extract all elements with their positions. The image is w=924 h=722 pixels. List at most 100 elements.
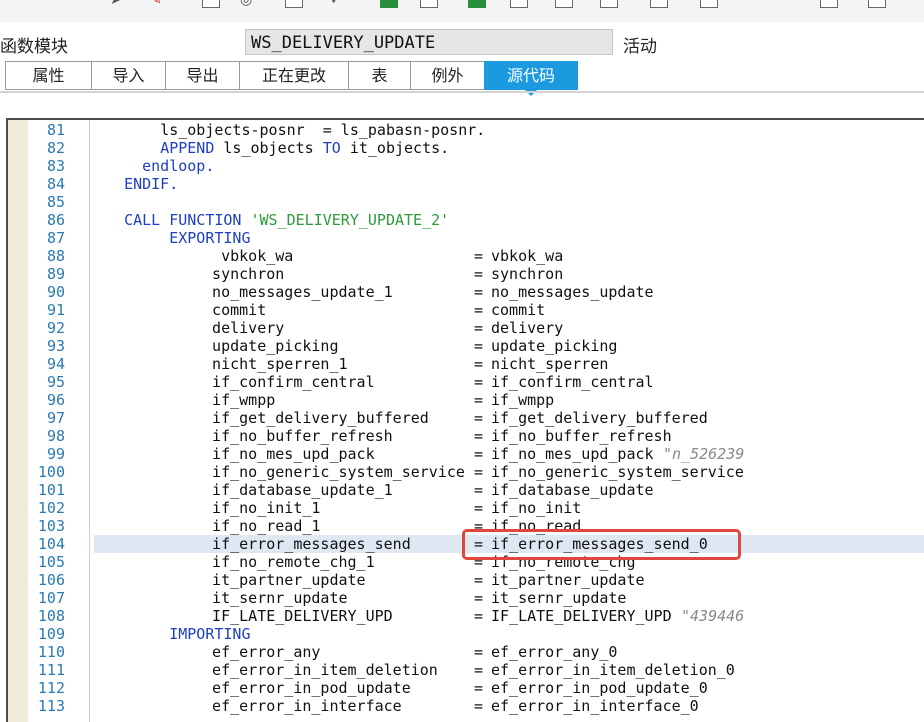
code-line[interactable]: 99 if_no_mes_upd_pack = if_no_mes_upd_pack… [8,445,924,463]
toolbar-icon[interactable] [700,0,718,8]
code-text: ls_objects-posnr = ls_pabasn-posnr. [106,121,485,139]
code-line[interactable]: 98 if_no_buffer_refresh = if_no_buffer_ref… [8,427,924,445]
code-line[interactable]: 90 no_messages_update_1 = no_messages_upda… [8,283,924,301]
line-number: 113 [37,697,65,715]
line-number: 98 [46,427,65,445]
code-editor[interactable]: 81 ls_objects-posnr = ls_pabasn-posnr. 82… [6,118,924,722]
tab-source-code[interactable]: 源代码 [484,61,578,96]
line-number: 85 [46,193,65,211]
parameter-value: vbkok_wa [491,247,564,265]
tab-tables[interactable]: 表 [348,61,410,90]
code-line[interactable]: 83 endloop. [8,157,924,175]
code-line[interactable]: 111 ef_error_in_item_deletion = ef_error_i… [8,661,924,679]
toolbar-icon[interactable] [202,0,220,8]
parameter-name: update_picking [194,337,339,355]
module-status: 活动 [623,37,657,57]
toolbar-icon[interactable] [600,0,618,8]
parameter-name: IF_LATE_DELIVERY_UPD [194,607,393,625]
toolbar-icon[interactable] [420,0,438,8]
assignment-operator: = [474,337,484,355]
code-line[interactable]: 112 ef_error_in_pod_update = ef_error_in_p… [8,679,924,697]
code-line[interactable]: 97 if_get_delivery_buffered = if_get_deliv… [8,409,924,427]
assignment-operator: = [474,265,484,283]
code-line[interactable]: 110 ef_error_any = ef_error_any_0 [8,643,924,661]
toolbar-icon[interactable] [510,0,528,8]
assignment-operator: = [474,355,484,373]
toolbar-icon[interactable] [868,0,886,8]
code-line[interactable]: 109 IMPORTING [8,625,924,643]
parameter-name: if_no_read_1 [194,517,321,535]
assignment-operator: = [474,499,484,517]
parameter-name: ef_error_any [194,643,321,661]
tab-exceptions[interactable]: 例外 [410,61,484,90]
tab-export[interactable]: 导出 [165,61,239,90]
assignment-operator: = [474,661,484,679]
code-line[interactable]: 107 it_sernr_update = it_sernr_update [8,589,924,607]
line-number: 99 [46,445,65,463]
parameter-value: ef_error_in_interface_0 [491,697,699,715]
assignment-operator: = [474,427,484,445]
parameter-name: it_sernr_update [194,589,348,607]
toolbar-icon[interactable] [820,0,838,8]
code-line[interactable]: 85 [8,193,924,211]
code-line[interactable]: 91 commit = commit [8,301,924,319]
line-number: 107 [37,589,65,607]
tab-import[interactable]: 导入 [91,61,165,90]
code-line[interactable]: 88 vbkok_wa = vbkok_wa [8,247,924,265]
toolbar-icon[interactable]: ✓ [330,0,342,7]
code-line[interactable]: 95 if_confirm_central = if_confirm_central [8,373,924,391]
code-line[interactable]: 93 update_picking = update_picking [8,337,924,355]
line-number: 100 [37,463,65,481]
code-line[interactable]: 108 IF_LATE_DELIVERY_UPD = IF_LATE_DELIVER… [8,607,924,625]
code-line[interactable]: 106 it_partner_update = it_partner_update [8,571,924,589]
line-number: 108 [37,607,65,625]
parameter-value: if_no_generic_system_service [491,463,744,481]
parameter-name: if_wmpp [194,391,276,409]
line-number: 82 [46,139,65,157]
code-line[interactable]: 86 CALL FUNCTION 'WS_DELIVERY_UPDATE_2' [8,211,924,229]
line-number: 96 [46,391,65,409]
code-line[interactable]: 96 if_wmpp = if_wmpp [8,391,924,409]
toolbar-icon[interactable] [650,0,668,8]
assignment-operator: = [474,589,484,607]
code-line[interactable]: 87 EXPORTING [8,229,924,247]
parameter-value: if_database_update [491,481,654,499]
parameter-name: ef_error_in_interface [194,697,402,715]
parameter-name: synchron [194,265,285,283]
toolbar-icon[interactable] [468,0,486,8]
toolbar-icon[interactable] [285,0,303,8]
code-line[interactable]: 81 ls_objects-posnr = ls_pabasn-posnr. [8,121,924,139]
code-line[interactable]: 89 synchron = synchron [8,265,924,283]
toolbar-icon[interactable]: ◎ [240,0,252,7]
module-name-field[interactable]: WS_DELIVERY_UPDATE [245,29,613,55]
code-line[interactable]: 100 if_no_generic_system_service = if_no_g… [8,463,924,481]
line-number: 81 [46,121,65,139]
tab-changing[interactable]: 正在更改 [239,61,348,90]
line-number: 86 [46,211,65,229]
function-module-header: 函数模块 WS_DELIVERY_UPDATE 活动 [0,28,924,58]
code-line[interactable]: 92 delivery = delivery [8,319,924,337]
code-text: endloop. [106,157,214,175]
assignment-operator: = [474,445,484,463]
toolbar-icon[interactable]: ➤ [110,0,122,7]
line-number: 88 [46,247,65,265]
parameter-name: ef_error_in_item_deletion [194,661,438,679]
parameter-value: ef_error_in_item_deletion_0 [491,661,735,679]
code-line[interactable]: 84 ENDIF. [8,175,924,193]
toolbar-icon[interactable] [555,0,573,8]
line-number: 83 [46,157,65,175]
assignment-operator: = [474,463,484,481]
toolbar-icon[interactable] [380,0,398,8]
parameter-name: commit [194,301,267,319]
code-line[interactable]: 94 nicht_sperren_1 = nicht_sperren [8,355,924,373]
keyword: CALL FUNCTION [124,211,251,229]
code-line[interactable]: 82 APPEND ls_objects TO it_objects. [8,139,924,157]
parameter-name: vbkok_wa [194,247,294,265]
code-text: EXPORTING [106,229,250,247]
code-line[interactable]: 113 ef_error_in_interface = ef_error_in_in… [8,697,924,715]
toolbar-icon[interactable]: ✎ [150,0,162,7]
code-line[interactable]: 101 if_database_update_1 = if_database_upd… [8,481,924,499]
tab-attributes[interactable]: 属性 [5,61,91,90]
code-token: it_objects. [340,139,450,157]
code-line[interactable]: 102 if_no_init_1 = if_no_init [8,499,924,517]
